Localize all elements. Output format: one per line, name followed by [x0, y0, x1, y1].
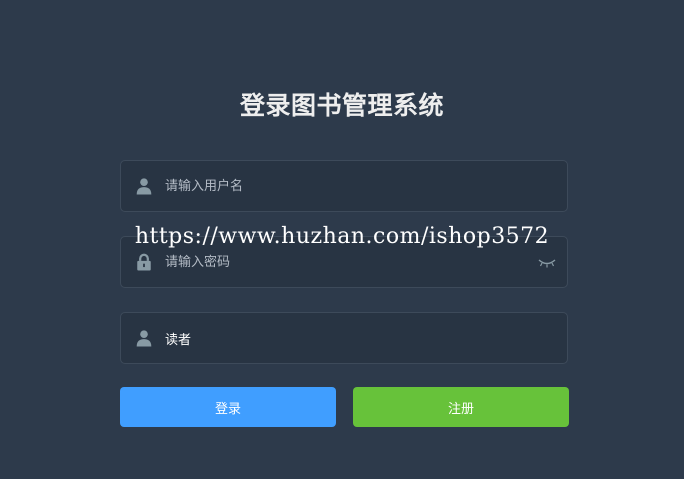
lock-icon — [137, 253, 151, 271]
username-input[interactable] — [165, 161, 525, 211]
username-field-container — [120, 160, 568, 212]
page-title: 登录图书管理系统 — [239, 91, 444, 120]
user-icon — [136, 330, 152, 347]
eye-closed-icon[interactable] — [537, 254, 557, 270]
register-button[interactable]: 注册 — [353, 387, 569, 427]
role-field-container — [120, 312, 568, 364]
role-input[interactable] — [165, 313, 525, 363]
login-button[interactable]: 登录 — [120, 387, 336, 427]
password-input[interactable] — [165, 237, 525, 287]
user-icon — [136, 178, 152, 195]
password-field-container — [120, 236, 568, 288]
